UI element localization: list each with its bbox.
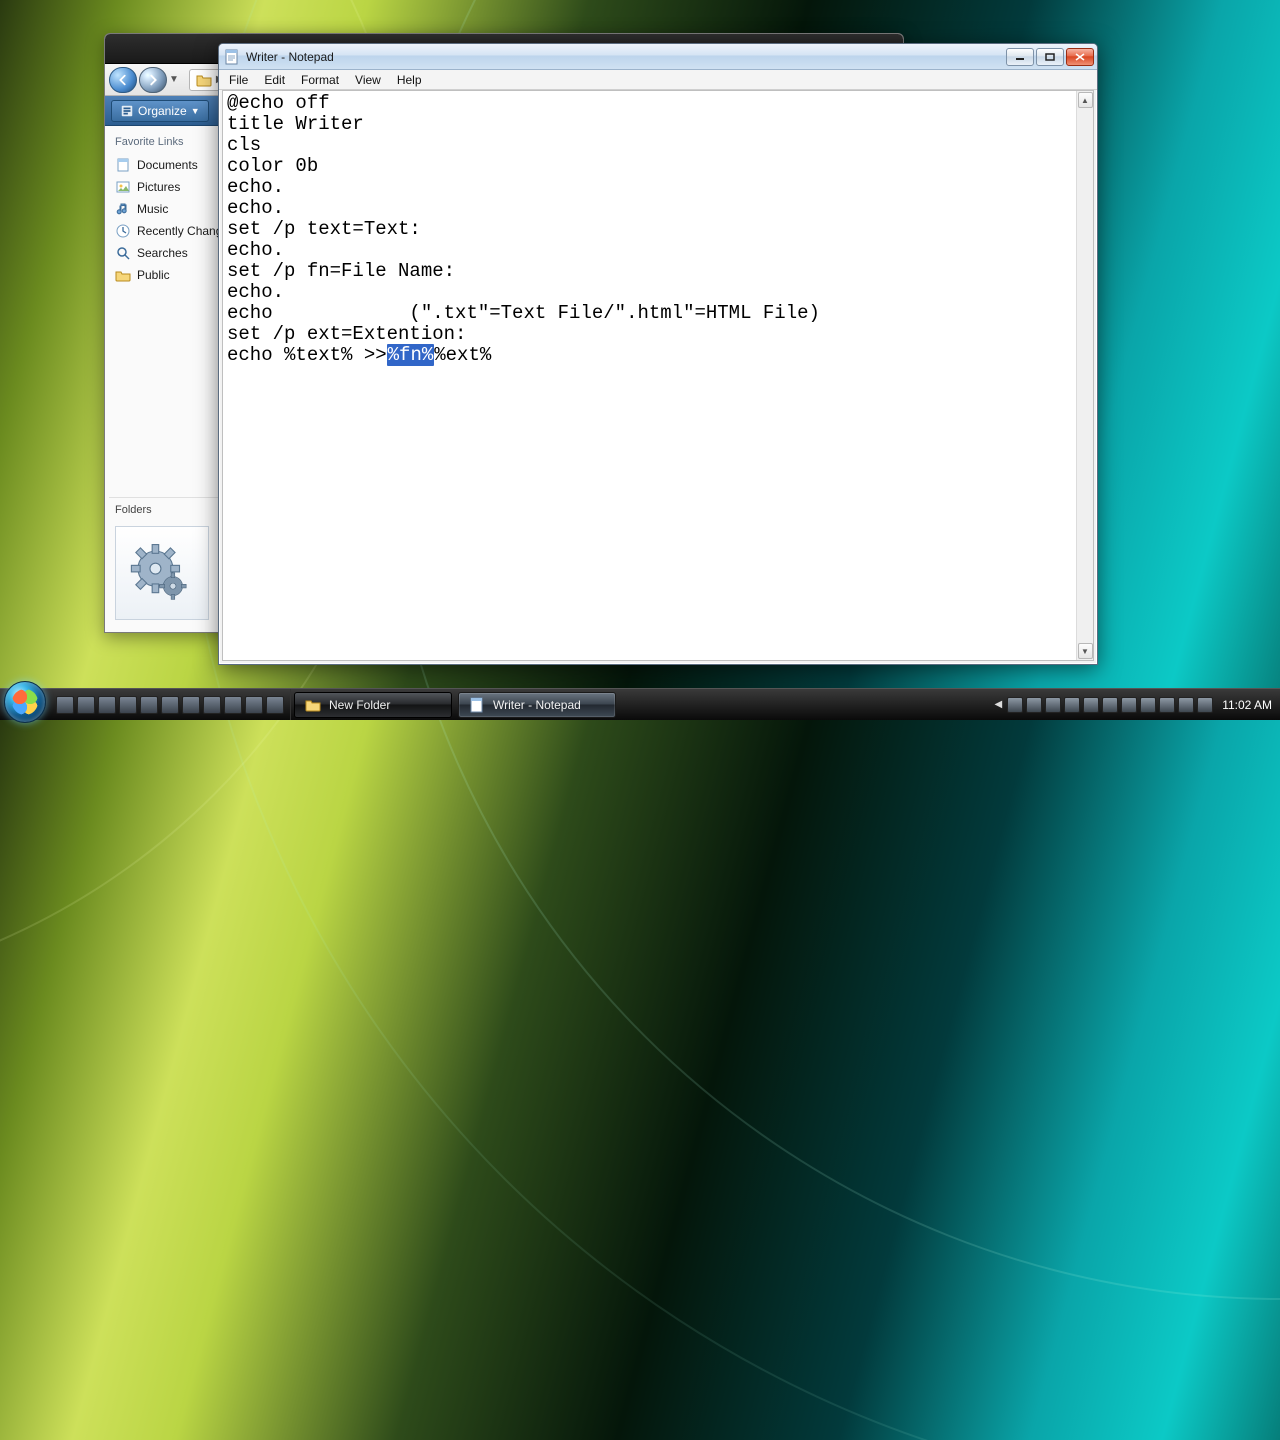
taskbar-button-label: Writer - Notepad [493, 698, 581, 712]
public-icon [115, 267, 131, 283]
tray-icon[interactable] [1064, 697, 1080, 713]
tray-icon[interactable] [1102, 697, 1118, 713]
close-button[interactable] [1066, 48, 1094, 66]
nav-history-dropdown[interactable]: ▼ [169, 74, 179, 85]
sidebar-link-label: Music [137, 202, 168, 216]
menu-file[interactable]: File [221, 70, 256, 89]
tray-expand-button[interactable]: ◀ [994, 699, 1002, 710]
taskbar: New Folder Writer - Notepad ◀ 11:02 AM [0, 688, 1280, 720]
tray-icon[interactable] [1026, 697, 1042, 713]
quick-launch [50, 689, 291, 720]
quick-launch-item[interactable] [56, 696, 74, 714]
tray-icon[interactable] [1045, 697, 1061, 713]
folder-thumbnail[interactable] [115, 526, 209, 620]
tray-icon[interactable] [1140, 697, 1156, 713]
editor-area[interactable]: @echo off title Writer cls color 0b echo… [222, 90, 1094, 661]
tray-icon[interactable] [1159, 697, 1175, 713]
close-icon [1075, 53, 1085, 61]
tray-icon[interactable] [1197, 697, 1213, 713]
tray-icon[interactable] [1007, 697, 1023, 713]
nav-forward-button[interactable] [139, 67, 167, 93]
menu-help[interactable]: Help [389, 70, 430, 89]
editor-content[interactable]: @echo off title Writer cls color 0b echo… [223, 91, 1076, 660]
quick-launch-item[interactable] [203, 696, 221, 714]
taskbar-button-writer-notepad[interactable]: Writer - Notepad [458, 692, 616, 718]
vertical-scrollbar[interactable]: ▲ ▼ [1076, 91, 1093, 660]
sidebar-link-label: Searches [137, 246, 188, 260]
arrow-left-icon [116, 73, 130, 87]
notepad-icon [469, 697, 485, 713]
quick-launch-item[interactable] [98, 696, 116, 714]
scroll-down-button[interactable]: ▼ [1078, 643, 1093, 659]
menubar: FileEditFormatViewHelp [219, 70, 1097, 90]
quick-launch-item[interactable] [266, 696, 284, 714]
taskbar-button-new-folder[interactable]: New Folder [294, 692, 452, 718]
quick-launch-item[interactable] [119, 696, 137, 714]
music-icon [115, 201, 131, 217]
sidebar-link-label: Public [137, 268, 170, 282]
quick-launch-item[interactable] [245, 696, 263, 714]
search-icon [115, 245, 131, 261]
gear-icon [127, 538, 197, 608]
doc-icon [115, 157, 131, 173]
quick-launch-item[interactable] [161, 696, 179, 714]
organize-icon [120, 104, 134, 118]
notepad-titlebar[interactable]: Writer - Notepad [219, 44, 1097, 70]
organize-label: Organize [138, 104, 187, 118]
system-tray: ◀ 11:02 AM [986, 689, 1280, 720]
arrow-right-icon [146, 73, 160, 87]
window-title: Writer - Notepad [246, 50, 334, 64]
sidebar-link-label: Pictures [137, 180, 180, 194]
quick-launch-item[interactable] [140, 696, 158, 714]
taskbar-button-label: New Folder [329, 698, 390, 712]
chevron-down-icon: ▼ [191, 106, 200, 116]
notepad-window: Writer - Notepad FileEditFormatViewHelp … [218, 43, 1098, 665]
nav-back-button[interactable] [109, 67, 137, 93]
minimize-button[interactable] [1006, 48, 1034, 66]
selected-text: %fn% [387, 344, 435, 366]
tray-icon[interactable] [1178, 697, 1194, 713]
menu-edit[interactable]: Edit [256, 70, 293, 89]
folder-icon [196, 72, 212, 88]
scroll-up-button[interactable]: ▲ [1078, 92, 1093, 108]
maximize-icon [1045, 53, 1055, 61]
tray-icon[interactable] [1121, 697, 1137, 713]
sidebar-link-label: Documents [137, 158, 198, 172]
pic-icon [115, 179, 131, 195]
quick-launch-item[interactable] [77, 696, 95, 714]
recent-icon [115, 223, 131, 239]
organize-button[interactable]: Organize ▼ [111, 100, 209, 122]
start-button[interactable] [4, 681, 46, 723]
taskbar-clock[interactable]: 11:02 AM [1222, 698, 1272, 712]
menu-format[interactable]: Format [293, 70, 347, 89]
maximize-button[interactable] [1036, 48, 1064, 66]
notepad-icon [224, 49, 240, 65]
quick-launch-item[interactable] [182, 696, 200, 714]
tray-icon[interactable] [1083, 697, 1099, 713]
quick-launch-item[interactable] [224, 696, 242, 714]
menu-view[interactable]: View [347, 70, 389, 89]
minimize-icon [1015, 53, 1025, 61]
folder-icon [305, 697, 321, 713]
